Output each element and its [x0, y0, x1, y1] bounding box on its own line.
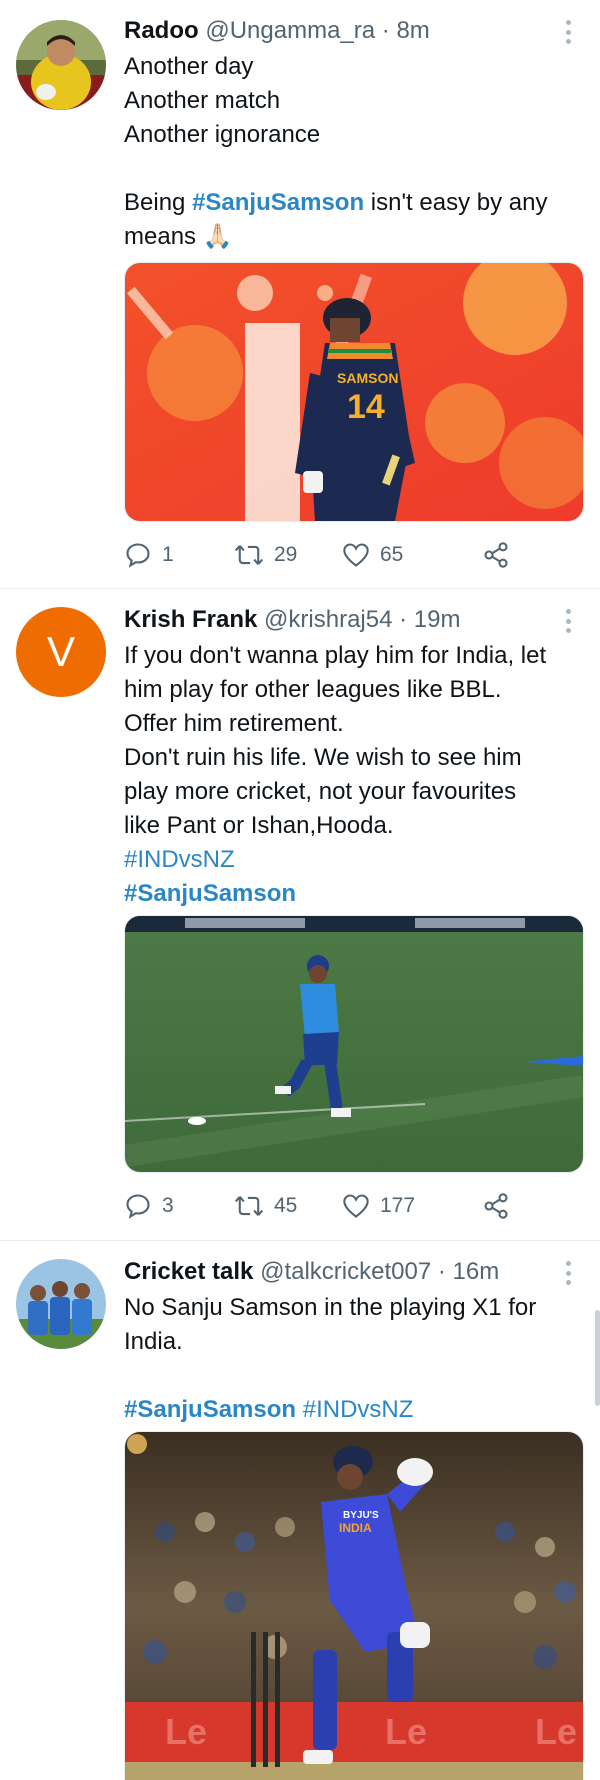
hashtag-link[interactable]: #SanjuSamson	[124, 877, 582, 911]
like-icon	[343, 1194, 369, 1218]
like-button[interactable]: 65	[342, 538, 403, 572]
hashtag-link[interactable]: #INDvsNZ	[124, 843, 582, 877]
display-name[interactable]: Radoo	[124, 17, 199, 44]
avatar-letter: V	[46, 628, 75, 675]
share-icon	[484, 1193, 508, 1219]
share-button[interactable]	[482, 1189, 510, 1223]
text-line: Don't ruin his life. We wish to see him	[124, 744, 522, 771]
text-fragment: Being	[124, 189, 193, 216]
avatar[interactable]	[16, 20, 106, 110]
jersey-sponsor: BYJU'S	[343, 1510, 379, 1521]
scrollbar[interactable]	[595, 1310, 600, 1406]
retweet-count: 29	[274, 543, 298, 566]
text-line: If you don't wanna play him for India, l…	[124, 642, 547, 669]
tweet-card[interactable]: V Krish Frank @krishraj54 · 19m If you d…	[0, 589, 600, 1241]
retweet-count: 45	[274, 1194, 298, 1217]
text-line	[124, 1359, 582, 1393]
text-line: means 🙏🏻	[124, 223, 233, 250]
text-line: him play for other leagues like BBL.	[124, 676, 502, 703]
share-button[interactable]	[482, 538, 510, 572]
more-icon[interactable]	[566, 1261, 572, 1285]
reply-count: 1	[162, 543, 174, 566]
jersey-number: 14	[347, 388, 385, 426]
retweet-icon	[234, 1196, 264, 1216]
text-line: Another day	[124, 53, 254, 80]
tweet-header: Cricket talk @talkcricket007 · 16m	[124, 1257, 560, 1287]
text-line: like Pant or Ishan,Hooda.	[124, 812, 394, 839]
separator: ·	[437, 1258, 446, 1285]
text-line: Another ignorance	[124, 121, 321, 148]
text-line: Offer him retirement.	[124, 710, 344, 737]
hashtag-link[interactable]: #SanjuSamson	[124, 1396, 296, 1423]
reply-icon	[126, 543, 150, 568]
tweet-card[interactable]: Cricket talk @talkcricket007 · 16m No Sa…	[0, 1241, 600, 1780]
like-count: 65	[380, 543, 404, 566]
svg-text:Le: Le	[535, 1711, 577, 1752]
tweet-text: No Sanju Samson in the playing X1 for In…	[124, 1291, 582, 1427]
text-line: #SanjuSamson #INDvsNZ	[124, 1393, 582, 1427]
retweet-button[interactable]: 45	[234, 1189, 297, 1223]
text-line: No Sanju Samson in the playing X1 for	[124, 1294, 537, 1321]
like-icon	[343, 543, 369, 567]
jersey-name: INDIA	[339, 1521, 372, 1535]
text-line: play more cricket, not your favourites	[124, 778, 517, 805]
hashtag-link[interactable]: #SanjuSamson	[192, 189, 364, 216]
tweet-card[interactable]: Radoo @Ungamma_ra · 8m Another day Anoth…	[0, 0, 600, 589]
text-line: India.	[124, 1328, 183, 1355]
tweet-actions: 1 29 65	[124, 538, 544, 572]
tweet-text: Another day Another match Another ignora…	[124, 50, 582, 254]
like-count: 177	[380, 1194, 416, 1217]
tweet-header: Krish Frank @krishraj54 · 19m	[124, 605, 560, 635]
reply-count: 3	[162, 1194, 174, 1217]
display-name[interactable]: Krish Frank	[124, 606, 257, 633]
timestamp[interactable]: 16m	[453, 1258, 500, 1285]
text-fragment: isn't easy by any	[364, 189, 548, 216]
retweet-button[interactable]: 29	[234, 538, 297, 572]
tweet-actions: 3 45 177	[124, 1189, 544, 1223]
jersey-name: SAMSON	[337, 370, 398, 386]
user-handle[interactable]: @krishraj54	[264, 606, 392, 633]
like-button[interactable]: 177	[342, 1189, 415, 1223]
avatar[interactable]	[16, 1259, 106, 1349]
timestamp[interactable]: 8m	[396, 17, 429, 44]
svg-text:Le: Le	[385, 1711, 427, 1752]
retweet-icon	[234, 545, 264, 565]
hashtag-link[interactable]: #INDvsNZ	[303, 1396, 414, 1423]
more-icon[interactable]	[566, 20, 572, 44]
tweet-header: Radoo @Ungamma_ra · 8m	[124, 16, 560, 46]
tweet-image[interactable]	[124, 915, 584, 1173]
tweet-image[interactable]: Le Le Le BYJU'S INDIA	[124, 1431, 584, 1780]
more-icon[interactable]	[566, 609, 572, 633]
reply-button[interactable]: 3	[124, 1189, 174, 1223]
reply-button[interactable]: 1	[124, 538, 174, 572]
user-handle[interactable]: @Ungamma_ra	[205, 17, 375, 44]
avatar[interactable]: V	[16, 607, 106, 697]
user-handle[interactable]: @talkcricket007	[260, 1258, 431, 1285]
timestamp[interactable]: 19m	[414, 606, 461, 633]
svg-text:Le: Le	[165, 1711, 207, 1752]
separator: ·	[381, 17, 390, 44]
text-line: Being #SanjuSamson isn't easy by any	[124, 186, 582, 220]
tweet-image[interactable]: SAMSON 14	[124, 262, 584, 522]
share-icon	[484, 542, 508, 568]
reply-icon	[126, 1194, 150, 1219]
display-name[interactable]: Cricket talk	[124, 1258, 253, 1285]
tweet-text: If you don't wanna play him for India, l…	[124, 639, 582, 911]
separator: ·	[399, 606, 408, 633]
text-line	[124, 152, 582, 186]
text-line: Another match	[124, 87, 281, 114]
